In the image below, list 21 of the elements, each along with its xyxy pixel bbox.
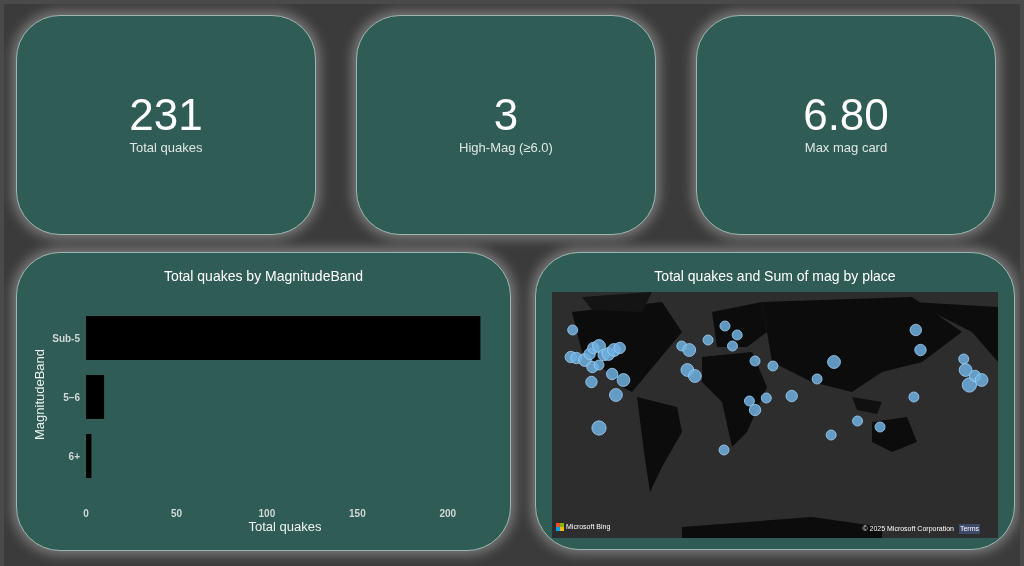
tick-label: 50 xyxy=(170,508,182,519)
bar xyxy=(86,434,92,478)
category-label: 6+ xyxy=(68,451,80,462)
kpi-value: 3 xyxy=(493,92,519,139)
category-label: Sub-5 xyxy=(52,333,80,344)
tick-label: 200 xyxy=(439,508,457,519)
bar xyxy=(86,375,105,419)
kpi-value: 6.80 xyxy=(803,92,889,139)
kpi-label: Max mag card xyxy=(804,139,888,158)
kpi-label: Total quakes xyxy=(129,139,203,158)
tick-label: 0 xyxy=(83,508,89,519)
tick-label: 150 xyxy=(349,508,366,519)
logo-icon xyxy=(556,522,564,531)
kpi-label: High-Mag (≥6.0) xyxy=(459,139,553,158)
kpi-value: 231 xyxy=(129,92,203,139)
axis-title: Total quakes xyxy=(248,519,322,534)
chart-title: Total quakes by MagnitudeBand xyxy=(163,267,364,286)
axis-title: MagnitudeBand xyxy=(32,348,47,441)
chart-title: Total quakes and Sum of mag by place xyxy=(654,267,896,286)
category-label: 5–6 xyxy=(63,392,80,403)
tick-label: 100 xyxy=(258,508,276,519)
